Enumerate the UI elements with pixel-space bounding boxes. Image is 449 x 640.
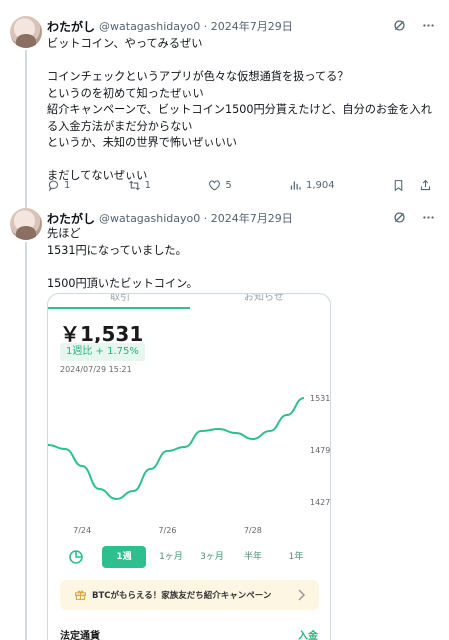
range-1w-button[interactable]: 1週	[102, 546, 146, 568]
pie-chart-icon[interactable]	[68, 549, 84, 565]
change-badge: 1週比 + 1.75%	[60, 343, 145, 361]
heart-icon	[209, 180, 221, 191]
price-chart: 1531 1479 1427 7/24 7/26 7/28	[48, 394, 330, 535]
tab-bar: 取引 お知らせ	[48, 294, 330, 309]
x-tick-label: 7/28	[244, 526, 262, 535]
share-icon[interactable]	[419, 179, 432, 192]
fiat-currency-label: 法定通貨	[60, 631, 100, 640]
grok-icon[interactable]	[393, 211, 406, 224]
tweet-header: わたがし @watagashidayo0 · 2024年7月29日	[47, 209, 293, 227]
reply-count: 1	[64, 179, 71, 191]
tweet-1[interactable]: わたがし @watagashidayo0 · 2024年7月29日 ビットコイン…	[0, 0, 449, 208]
x-tick-label: 7/24	[73, 526, 91, 535]
range-3m-button[interactable]: 3ヶ月	[194, 546, 230, 568]
repost-icon	[128, 180, 140, 190]
price-line	[48, 397, 305, 501]
range-1m-button[interactable]: 1ヶ月	[154, 546, 188, 568]
range-selector: 1週 1ヶ月 3ヶ月 半年 1年	[48, 546, 330, 568]
tab-label-faded[interactable]: お知らせ	[244, 294, 284, 303]
tweet-header-icons	[393, 19, 435, 32]
y-tick-label: 1479	[310, 446, 330, 455]
avatar[interactable]	[10, 208, 42, 240]
more-options-icon[interactable]	[422, 19, 435, 32]
thread-line	[25, 242, 27, 640]
handle-and-date[interactable]: @watagashidayo0 · 2024年7月29日	[99, 18, 293, 34]
reply-icon	[48, 180, 59, 192]
share-group	[392, 179, 432, 192]
gift-icon	[75, 590, 86, 600]
avatar[interactable]	[10, 16, 42, 48]
chevron-right-icon	[298, 589, 306, 601]
deposit-button[interactable]: 入金	[298, 627, 318, 640]
views-count: 1,904	[306, 179, 335, 191]
y-tick-label: 1427	[310, 498, 330, 507]
active-tab-indicator	[48, 307, 190, 309]
tweet-header-icons	[393, 211, 435, 224]
display-name[interactable]: わたがし	[47, 18, 95, 35]
tweet-header: わたがし @watagashidayo0 · 2024年7月29日	[47, 17, 293, 35]
x-tick-label: 7/26	[158, 526, 176, 535]
display-name[interactable]: わたがし	[47, 210, 95, 227]
bookmark-icon[interactable]	[392, 179, 405, 192]
attached-image[interactable]: 取引 お知らせ ￥1,531 1週比 + 1.75% 2024/07/29 15…	[47, 293, 331, 640]
like-button[interactable]: 5	[208, 179, 232, 192]
tweet-text: 先ほど 1531円になっていました。 1500円頂いたビットコイン。	[47, 227, 198, 290]
promo-banner[interactable]: BTCがもらえる！家族友だち紹介キャンペーン	[60, 580, 319, 610]
grok-icon[interactable]	[393, 19, 406, 32]
more-options-icon[interactable]	[422, 211, 435, 224]
tab-label-faded[interactable]: 取引	[110, 294, 130, 303]
handle-and-date[interactable]: @watagashidayo0 · 2024年7月29日	[99, 210, 293, 226]
tweet-actions: 1 1 5 1,904	[47, 177, 432, 193]
views-icon	[290, 180, 301, 190]
views-button[interactable]: 1,904	[289, 179, 335, 192]
y-tick-label: 1531	[310, 394, 330, 403]
price-timestamp: 2024/07/29 15:21	[60, 365, 132, 374]
like-count: 5	[225, 179, 232, 191]
reply-button[interactable]: 1	[47, 179, 70, 192]
range-6m-button[interactable]: 半年	[238, 546, 268, 568]
thread-line	[25, 50, 27, 208]
range-1y-button[interactable]: 1年	[282, 546, 310, 568]
tweet-text: ビットコイン、やってみるぜい コインチェックというアプリが色々な仮想通貨を扱って…	[47, 37, 432, 182]
promo-text: BTCがもらえる！家族友だち紹介キャンペーン	[92, 591, 272, 601]
repost-count: 1	[144, 179, 152, 191]
repost-button[interactable]: 1	[128, 179, 151, 192]
